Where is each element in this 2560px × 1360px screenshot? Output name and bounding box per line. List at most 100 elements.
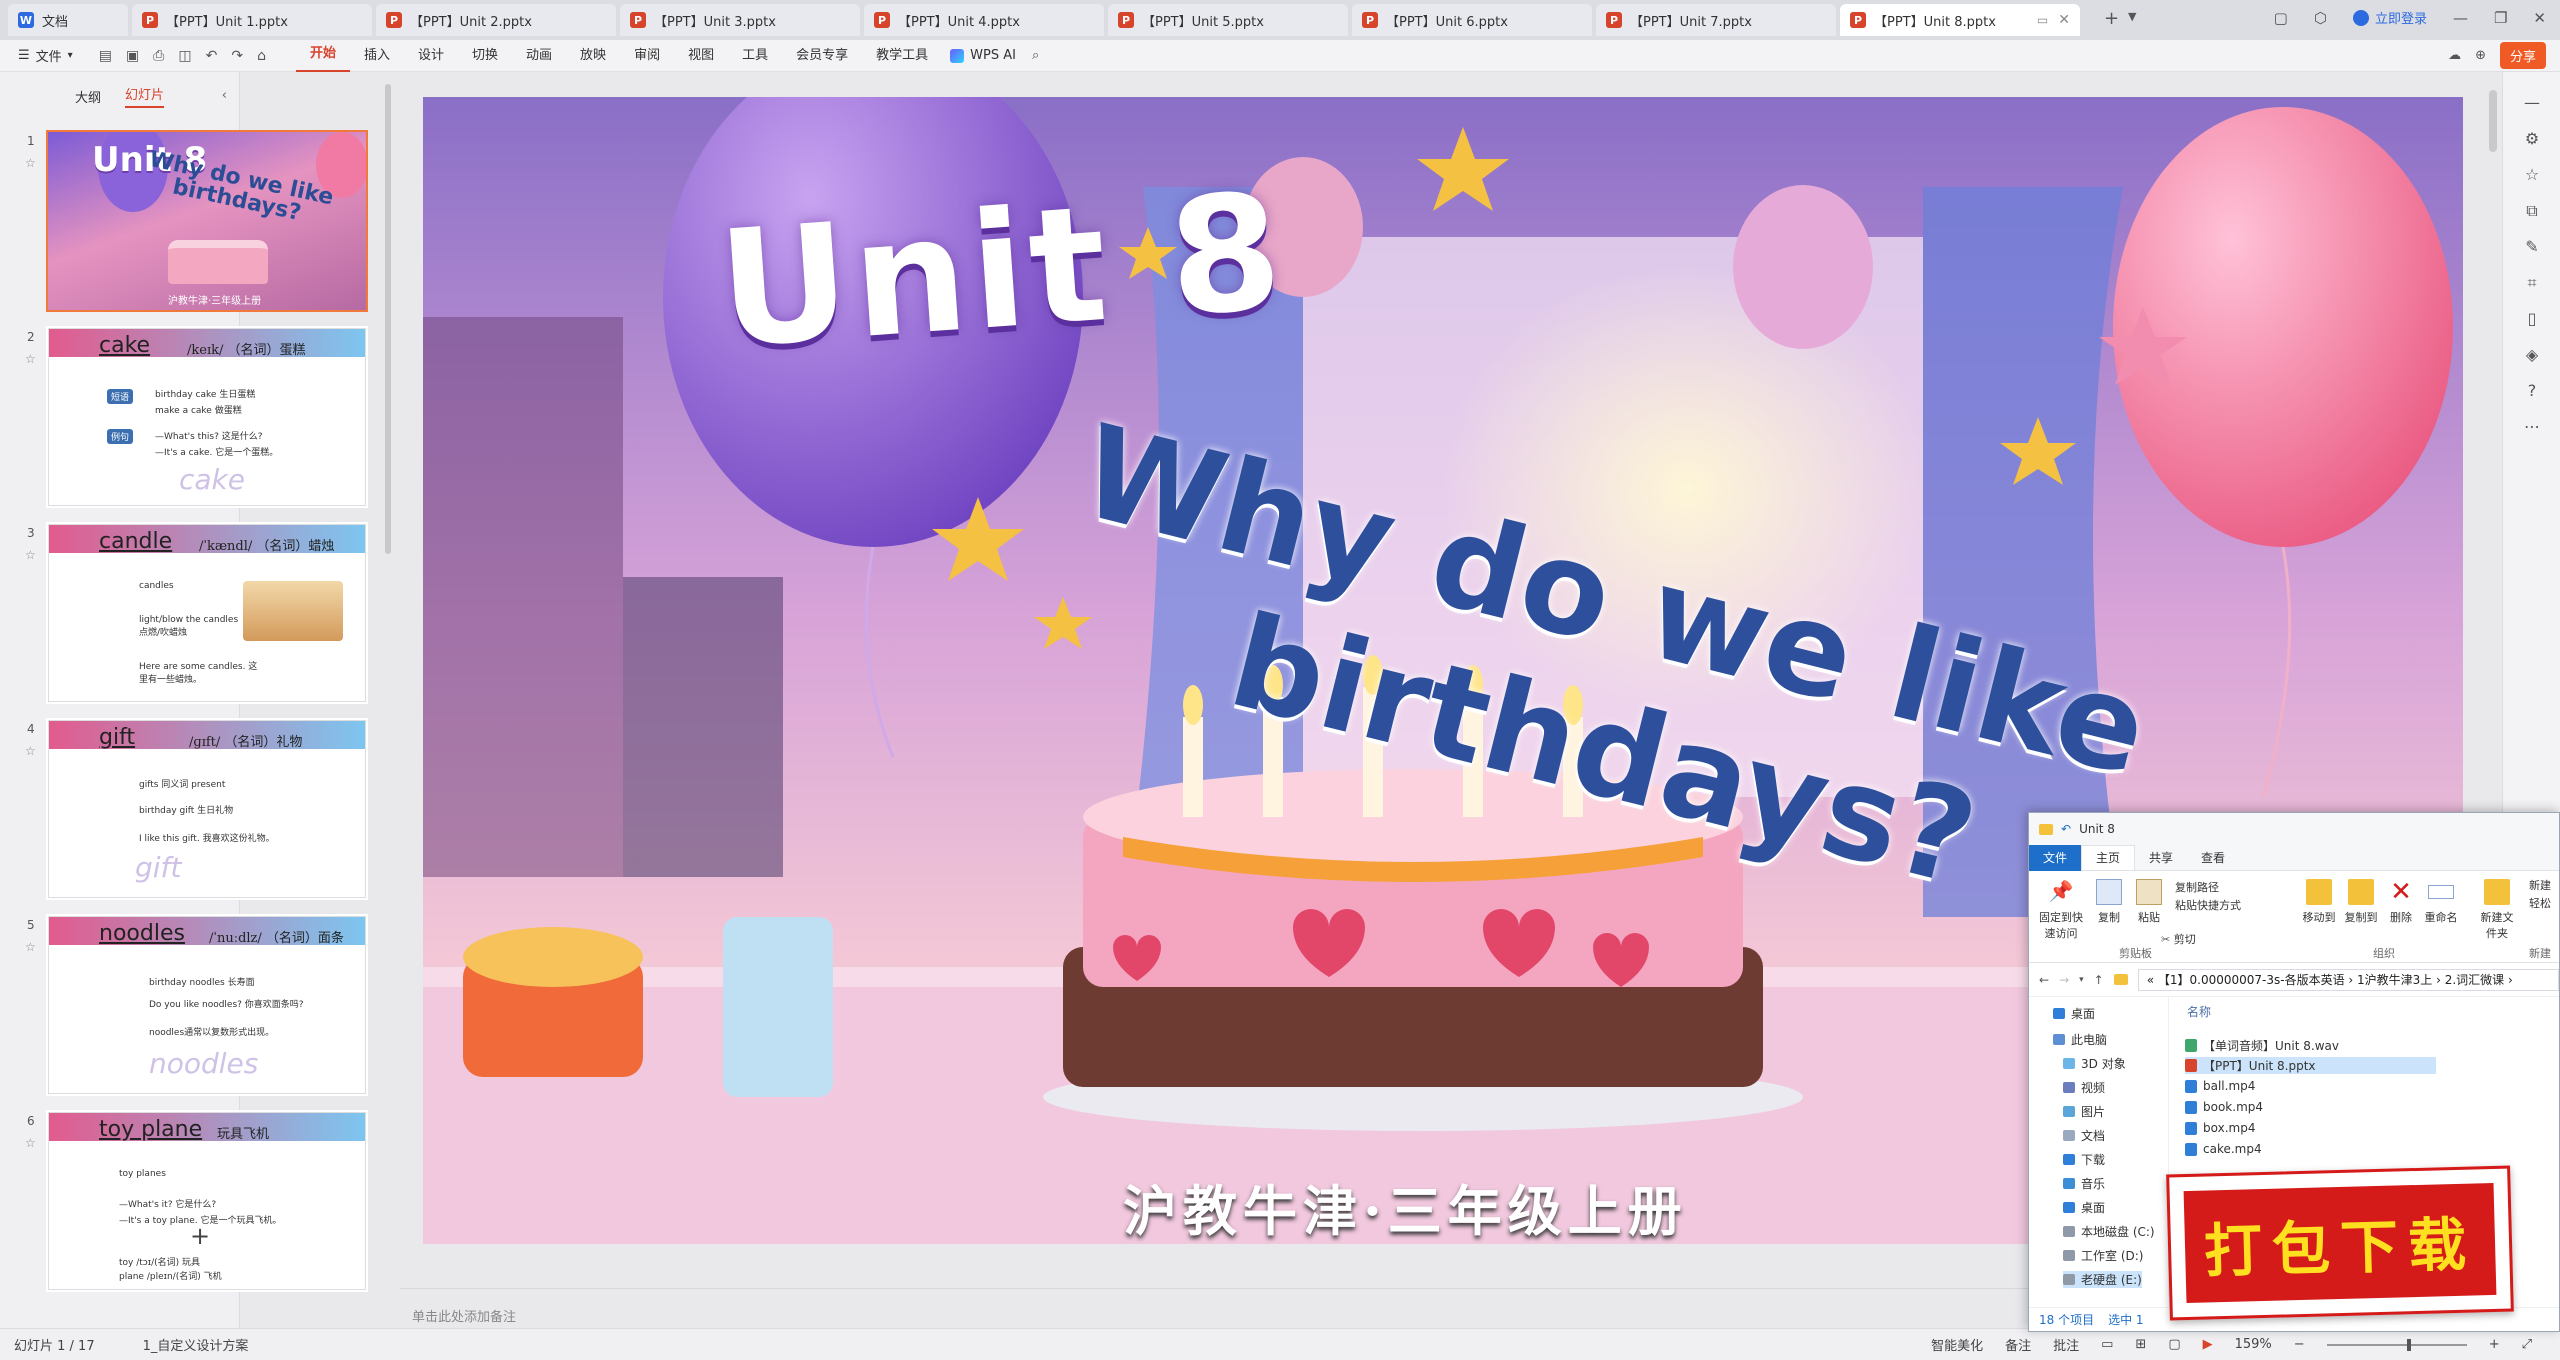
menu-teaching-tools[interactable]: 教学工具 [862,40,942,72]
thumbnail-row-6[interactable]: 6 ☆ toy plane 玩具飞机 toy planes —What's it… [0,1110,368,1296]
layout-icon[interactable]: ▢ [2274,9,2288,27]
tree-item-desktop2[interactable]: 桌面 [2063,1199,2105,1216]
recent-icon[interactable]: ▾ [2079,975,2084,985]
crop-icon[interactable]: ⌗ [2523,274,2541,292]
copy-button[interactable]: 复制 [2091,879,2127,925]
explorer-titlebar[interactable]: ↶ Unit 8 [2029,813,2559,845]
redo-icon[interactable]: ↷ [231,48,243,64]
address-bar[interactable]: « 【1】0.00000007-3s-各版本英语 › 1沪教牛津3上 › 2.词… [2137,968,2559,991]
menu-view[interactable]: 视图 [674,40,728,72]
star-icon[interactable]: ☆ [25,156,36,170]
thumbnail-row-5[interactable]: 5 ☆ noodles /ˈnuːdlz/ （名词）面条 birthday no… [0,914,368,1100]
menu-tools[interactable]: 工具 [728,40,782,72]
star-icon[interactable]: ☆ [25,548,36,562]
tree-item-desktop[interactable]: 桌面 [2053,1005,2095,1022]
slide-scrollbar[interactable] [2489,90,2497,152]
tree-item-videos[interactable]: 视频 [2063,1079,2105,1096]
slide-subtitle[interactable]: 沪教牛津·三年级上册 [1123,1167,1688,1244]
normal-view-icon[interactable]: ▭ [2101,1337,2113,1352]
star-icon[interactable]: ☆ [25,1136,36,1150]
file-menu[interactable]: ☰ 文件 ▾ [18,46,73,65]
reading-view-icon[interactable]: ▢ [2168,1337,2180,1352]
thumbnail-row-3[interactable]: 3 ☆ candle /ˈkændl/ （名词）蜡烛 candles light… [0,522,368,708]
thumbnail-slide-4[interactable]: gift /ɡɪft/ （名词）礼物 gifts 同义词 present bir… [46,718,368,900]
window-icon[interactable]: ▭ [2037,13,2048,27]
tree-item-drive-d[interactable]: 工作室 (D:) [2063,1247,2143,1264]
settings-icon[interactable]: ⚙ [2523,130,2541,148]
delete-button[interactable]: ✕ 删除 [2385,879,2417,925]
easy-access-button[interactable]: 轻松 [2529,895,2551,911]
column-header-name[interactable]: 名称 [2187,1003,2211,1020]
file-row[interactable]: ball.mp4 [2185,1079,2255,1093]
format-painter-icon[interactable]: ⌂ [257,48,266,64]
new-item-button[interactable]: 新建 [2529,877,2551,893]
sorter-view-icon[interactable]: ⊞ [2135,1337,2146,1352]
back-icon[interactable]: ← [2039,973,2049,987]
zoom-level[interactable]: 159% [2235,1337,2272,1352]
close-icon[interactable]: ✕ [2058,12,2070,28]
maximize-icon[interactable]: ❐ [2494,9,2507,27]
copy-path-button[interactable]: 复制路径 [2175,879,2219,895]
file-row[interactable]: 【单词音频】Unit 8.wav [2185,1037,2339,1054]
tab-unit3[interactable]: P 【PPT】Unit 3.pptx [620,4,860,36]
star-icon[interactable]: ☆ [25,744,36,758]
close-window-icon[interactable]: ✕ [2533,9,2546,27]
menu-member[interactable]: 会员专享 [782,40,862,72]
minimize-icon[interactable]: — [2453,9,2468,27]
thumbnail-slide-2[interactable]: cake /keɪk/ （名词）蛋糕 短语 birthday cake 生日蛋糕… [46,326,368,508]
collapse-icon[interactable]: ‹ [222,88,227,103]
brush-icon[interactable]: ✎ [2523,238,2541,256]
file-row[interactable]: book.mp4 [2185,1100,2263,1114]
menu-design[interactable]: 设计 [404,40,458,72]
tab-outline[interactable]: 大纲 [75,87,101,106]
menu-insert[interactable]: 插入 [350,40,404,72]
play-icon[interactable]: ▶ [2203,1337,2213,1352]
download-badge[interactable]: 打包下载 [2166,1165,2514,1321]
login-button[interactable]: 立即登录 [2352,8,2427,27]
tab-unit5[interactable]: P 【PPT】Unit 5.pptx [1108,4,1348,36]
rename-button[interactable]: 重命名 [2421,879,2461,925]
paste-shortcut-button[interactable]: 粘贴快捷方式 [2175,897,2241,913]
chevron-down-icon[interactable]: ▼ [2128,10,2136,23]
comment-button[interactable]: 批注 [2053,1335,2079,1354]
star-icon[interactable]: ☆ [2523,166,2541,184]
star-icon[interactable]: ☆ [25,352,36,366]
tree-item-downloads[interactable]: 下载 [2063,1151,2105,1168]
tree-item-documents[interactable]: 文档 [2063,1127,2105,1144]
search-icon[interactable]: ⌕ [1032,48,1039,63]
thumbnail-slide-3[interactable]: candle /ˈkændl/ （名词）蜡烛 candles light/blo… [46,522,368,704]
thumbnail-row-1[interactable]: 1 ☆ Unit 8 Why do we like birthdays? 沪教牛… [0,130,368,316]
smart-beautify-button[interactable]: 智能美化 [1931,1335,1983,1354]
notes-button[interactable]: 备注 [2005,1335,2031,1354]
open-icon[interactable]: ▣ [126,48,139,64]
thumbnail-slide-6[interactable]: toy plane 玩具飞机 toy planes —What's it? 它是… [46,1110,368,1292]
zoom-in-icon[interactable]: + [2489,1337,2500,1352]
fit-window-icon[interactable]: ⤢ [2522,1337,2532,1352]
help-icon[interactable]: ? [2523,382,2541,400]
undo-icon[interactable]: ↶ [206,48,218,64]
thumbnail-row-4[interactable]: 4 ☆ gift /ɡɪft/ （名词）礼物 gifts 同义词 present… [0,718,368,904]
menu-review[interactable]: 审阅 [620,40,674,72]
thumbnail-slide-1[interactable]: Unit 8 Why do we like birthdays? 沪教牛津·三年… [46,130,368,312]
zoom-slider[interactable] [2326,1338,2467,1351]
tree-item-music[interactable]: 音乐 [2063,1175,2105,1192]
cube-icon[interactable]: ◈ [2523,346,2541,364]
tab-docs[interactable]: W 文档 [8,4,128,36]
qat-icon[interactable]: ↶ [2061,822,2071,836]
move-to-button[interactable]: 移动到 [2299,879,2339,925]
zoom-out-icon[interactable]: − [2294,1337,2305,1352]
print-icon[interactable]: ⎙ [153,48,164,64]
menu-slideshow[interactable]: 放映 [566,40,620,72]
explorer-tab-home[interactable]: 主页 [2081,845,2136,870]
explorer-tab-view[interactable]: 查看 [2187,845,2239,871]
paste-button[interactable]: 粘贴 [2131,879,2167,925]
forward-icon[interactable]: → [2059,973,2069,987]
cut-button[interactable]: ✂ 剪切 [2161,931,2196,947]
tree-item-pictures[interactable]: 图片 [2063,1103,2105,1120]
more-icon[interactable]: ⋯ [2523,418,2541,436]
thumbnail-scrollbar[interactable] [385,84,391,554]
thumbnail-slide-5[interactable]: noodles /ˈnuːdlz/ （名词）面条 birthday noodle… [46,914,368,1096]
copy-icon[interactable]: ⧉ [2523,202,2541,220]
tab-unit7[interactable]: P 【PPT】Unit 7.pptx [1596,4,1836,36]
menu-transition[interactable]: 切换 [458,40,512,72]
